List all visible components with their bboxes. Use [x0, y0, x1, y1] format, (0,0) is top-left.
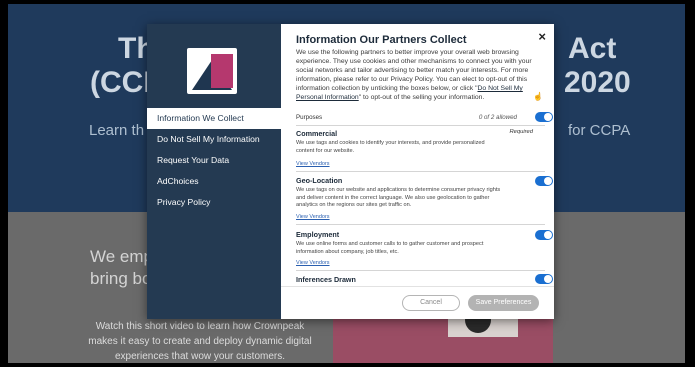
sidebar-item-privacy-policy[interactable]: Privacy Policy — [147, 192, 281, 213]
section-employment: Employment We use online forms and custo… — [296, 230, 484, 266]
hero-title-right-2: 2020 — [564, 66, 631, 99]
sidebar-item-information-we-collect[interactable]: Information We Collect — [147, 108, 281, 129]
section-inferences-drawn: Inferences Drawn — [296, 275, 356, 284]
hero-sub-left: Learn th — [89, 122, 145, 139]
sidebar-item-request-data[interactable]: Request Your Data — [147, 150, 281, 171]
geo-location-toggle[interactable] — [535, 176, 553, 186]
hero-sub-right: for CCPA — [568, 122, 631, 139]
modal-title: Information Our Partners Collect — [296, 34, 467, 46]
view-vendors-link[interactable]: View Vendors — [296, 214, 330, 220]
purposes-header: Purposes 0 of 2 allowed — [296, 114, 545, 126]
save-preferences-button[interactable]: Save Preferences — [468, 295, 539, 311]
section-heading: We emp bring bo — [90, 247, 153, 288]
required-label: Required — [509, 129, 533, 135]
close-icon[interactable]: × — [538, 29, 546, 44]
privacy-modal: Information We Collect Do Not Sell My In… — [147, 24, 554, 319]
hand-cursor-icon: ☝ — [533, 92, 543, 101]
cancel-button[interactable]: Cancel — [402, 295, 460, 311]
hero-title-right-1: Act — [568, 32, 617, 65]
view-vendors-link[interactable]: View Vendors — [296, 260, 330, 266]
modal-content: Information Our Partners Collect × We us… — [281, 24, 554, 319]
section-geo-location: Geo-Location We use tags on our website … — [296, 176, 501, 220]
inferences-drawn-toggle[interactable] — [535, 274, 553, 284]
modal-sidebar: Information We Collect Do Not Sell My In… — [147, 24, 281, 319]
sidebar-item-do-not-sell[interactable]: Do Not Sell My Information — [147, 129, 281, 150]
section-commercial: Commercial Required We use tags and cook… — [296, 129, 533, 167]
sidebar-nav: Information We Collect Do Not Sell My In… — [147, 108, 281, 213]
purposes-count: 0 of 2 allowed — [478, 114, 517, 121]
sidebar-item-adchoices[interactable]: AdChoices — [147, 171, 281, 192]
section-paragraph: Watch this short video to learn how Crow… — [88, 321, 312, 362]
crownpeak-logo — [187, 48, 237, 94]
intro-text: We use the following partners to better … — [296, 49, 532, 101]
purposes-master-toggle[interactable] — [535, 112, 553, 122]
employment-toggle[interactable] — [535, 230, 553, 240]
view-vendors-link[interactable]: View Vendors — [296, 161, 330, 167]
modal-footer: Cancel Save Preferences — [281, 286, 554, 319]
